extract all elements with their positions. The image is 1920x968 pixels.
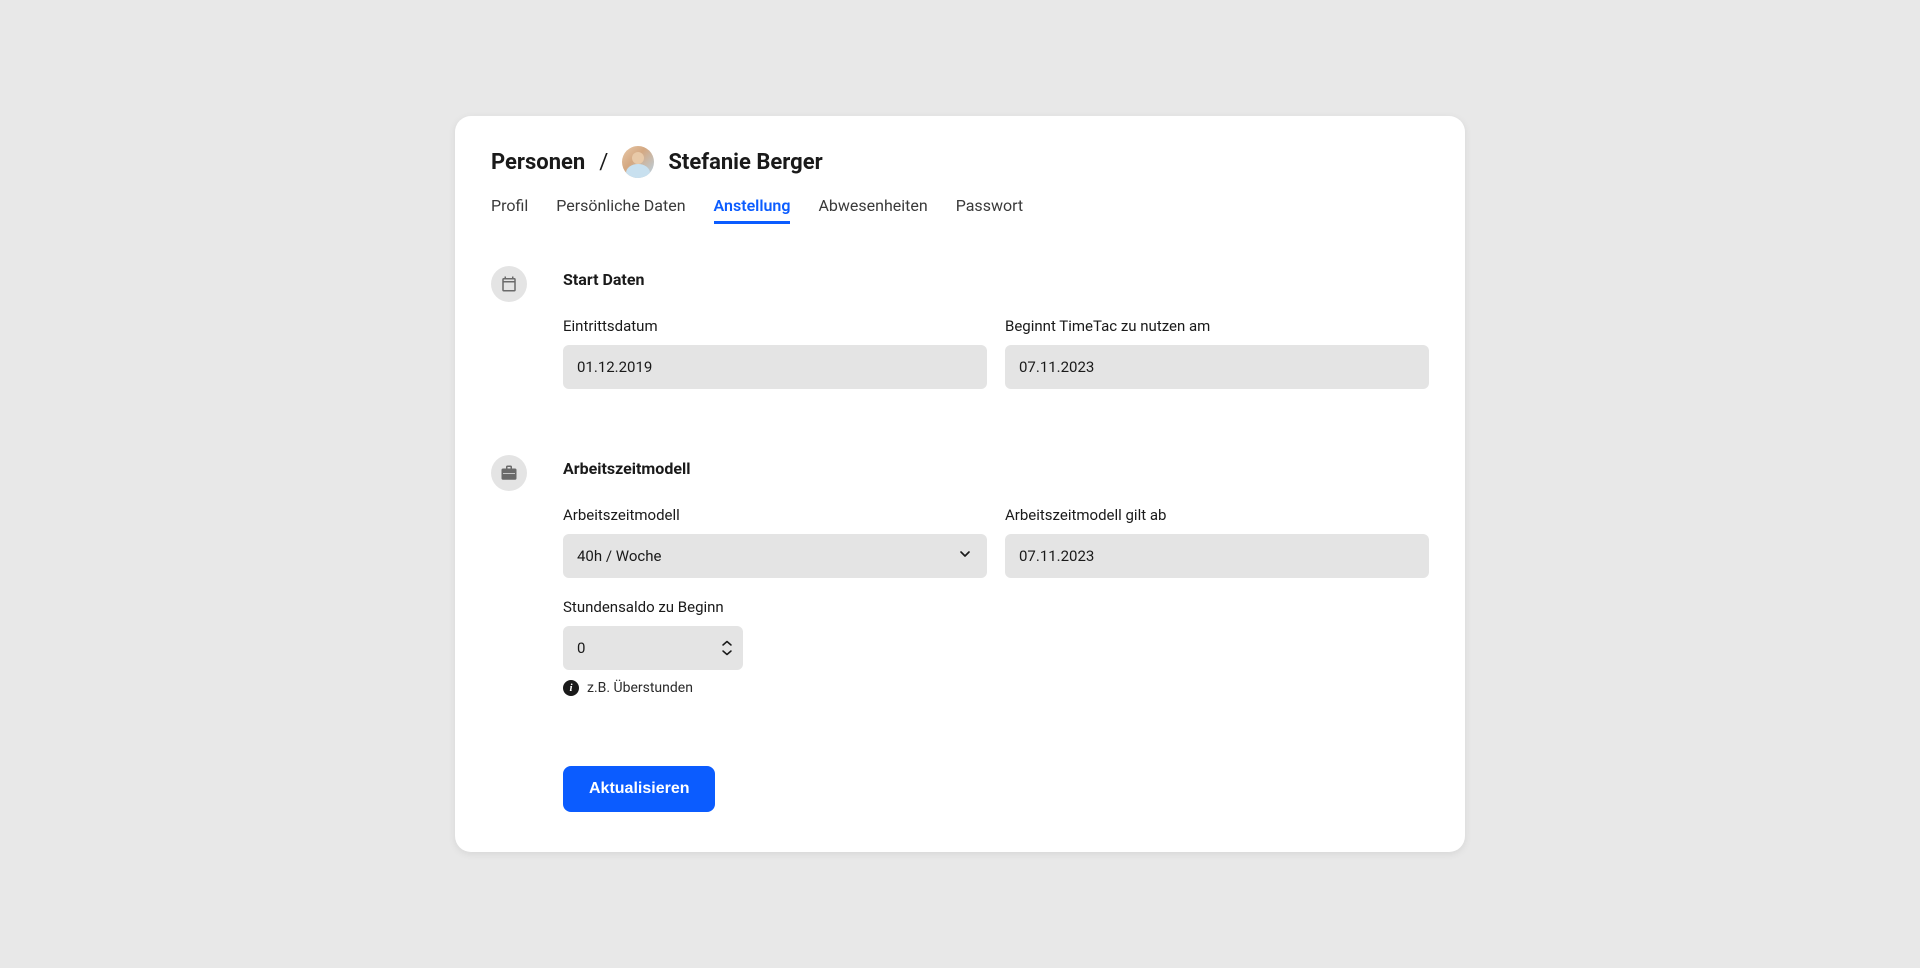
tab-anstellung[interactable]: Anstellung xyxy=(714,196,791,224)
person-employment-card: Personen / Stefanie Berger Profil Persön… xyxy=(455,116,1465,852)
calendar-icon xyxy=(491,266,527,302)
briefcase-icon xyxy=(491,455,527,491)
gilt-ab-input[interactable] xyxy=(1005,534,1429,578)
timetac-start-input[interactable] xyxy=(1005,345,1429,389)
breadcrumb-root[interactable]: Personen xyxy=(491,150,585,175)
tabs: Profil Persönliche Daten Anstellung Abwe… xyxy=(491,196,1429,224)
label-timetac-start: Beginnt TimeTac zu nutzen am xyxy=(1005,317,1429,335)
section-title-start-daten: Start Daten xyxy=(563,270,1429,289)
section-title-arbeitszeitmodell: Arbeitszeitmodell xyxy=(563,459,1429,478)
breadcrumb: Personen / Stefanie Berger xyxy=(491,146,1429,178)
stundensaldo-input[interactable] xyxy=(563,626,743,670)
label-arbeitszeitmodell: Arbeitszeitmodell xyxy=(563,506,987,524)
avatar xyxy=(622,146,654,178)
label-stundensaldo: Stundensaldo zu Beginn xyxy=(563,598,743,616)
breadcrumb-person-name: Stefanie Berger xyxy=(668,150,822,175)
stepper-arrows-icon[interactable] xyxy=(721,640,733,657)
arbeitszeitmodell-select[interactable] xyxy=(563,534,987,578)
helper-text: z.B. Überstunden xyxy=(587,680,693,696)
info-icon: i xyxy=(563,680,579,696)
eintrittsdatum-input[interactable] xyxy=(563,345,987,389)
label-gilt-ab: Arbeitszeitmodell gilt ab xyxy=(1005,506,1429,524)
update-button[interactable]: Aktualisieren xyxy=(563,766,715,812)
label-eintrittsdatum: Eintrittsdatum xyxy=(563,317,987,335)
breadcrumb-separator: / xyxy=(599,150,608,175)
stundensaldo-helper: i z.B. Überstunden xyxy=(563,680,743,696)
tab-persoenliche-daten[interactable]: Persönliche Daten xyxy=(556,196,685,224)
section-start-daten: Start Daten Eintrittsdatum Beginnt TimeT… xyxy=(491,270,1429,409)
tab-passwort[interactable]: Passwort xyxy=(956,196,1023,224)
section-arbeitszeitmodell: Arbeitszeitmodell Arbeitszeitmodell Arbe… xyxy=(491,459,1429,716)
tab-abwesenheiten[interactable]: Abwesenheiten xyxy=(818,196,927,224)
tab-profil[interactable]: Profil xyxy=(491,196,528,224)
